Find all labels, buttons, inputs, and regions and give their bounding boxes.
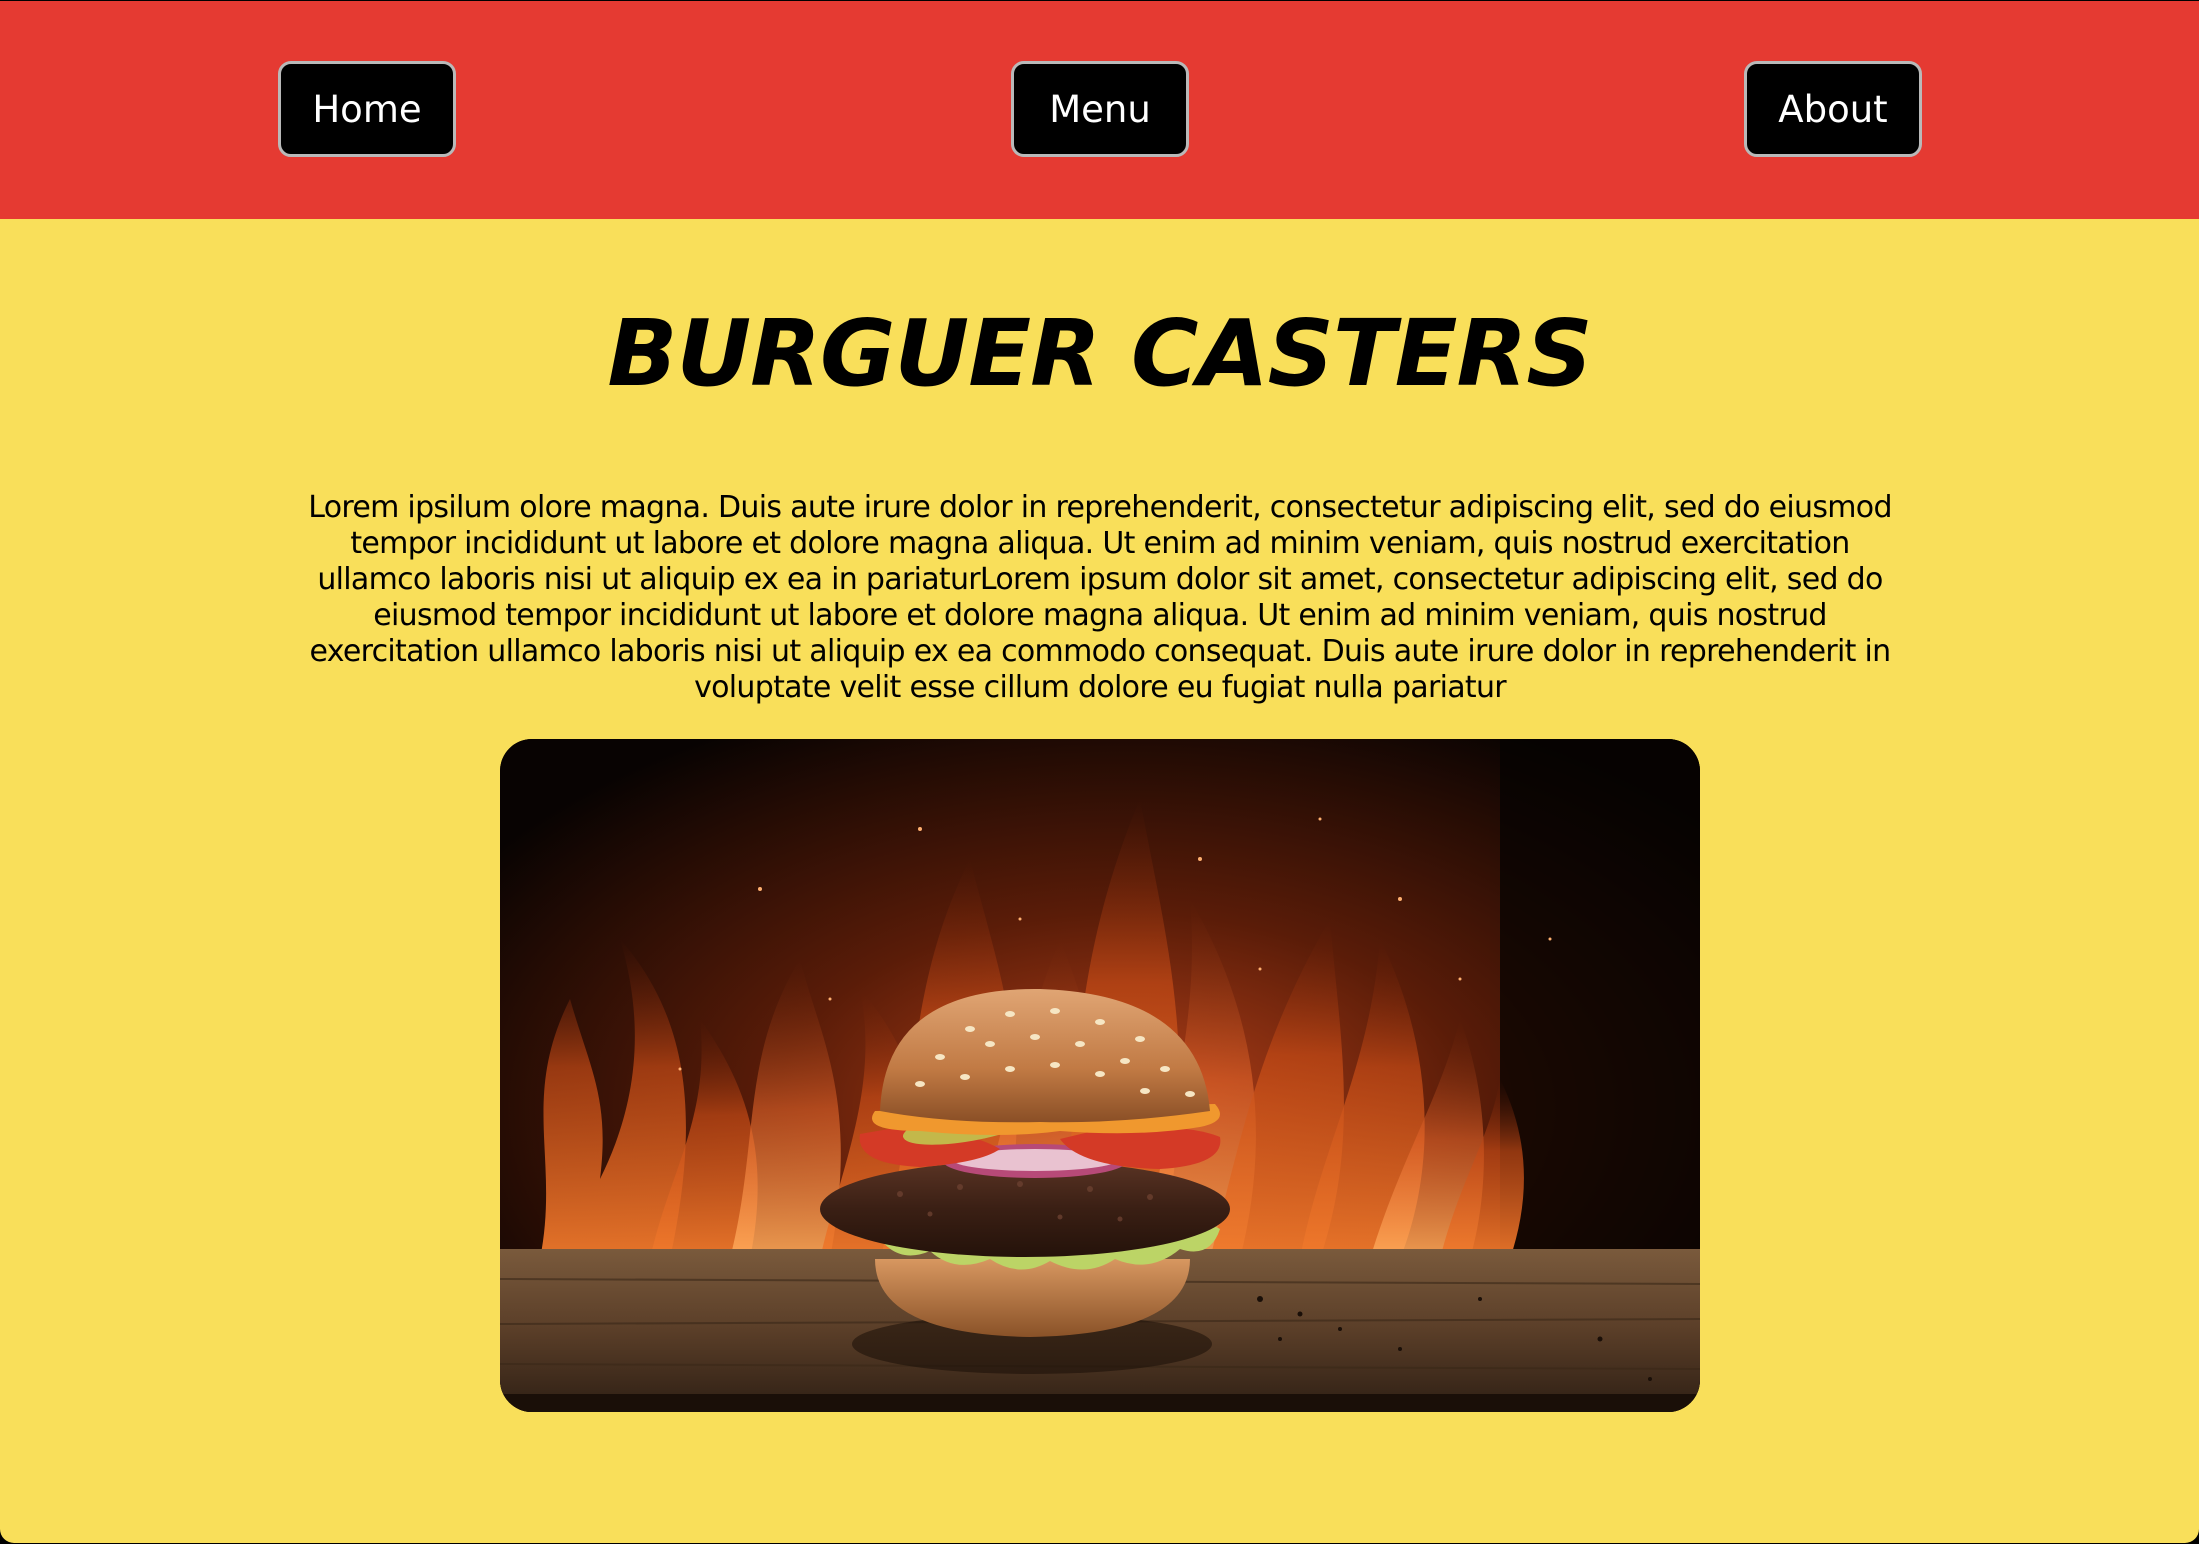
burger-image: [500, 739, 1700, 1412]
navbar: Home Menu About: [0, 1, 2199, 219]
burger-fire-illustration: [500, 739, 1700, 1412]
page-title: BURGUER CASTERS: [607, 300, 1592, 407]
about-button[interactable]: About: [1744, 61, 1922, 157]
menu-button[interactable]: Menu: [1011, 61, 1189, 157]
description-paragraph: Lorem ipsilum olore magna. Duis aute iru…: [308, 490, 1892, 705]
home-button[interactable]: Home: [278, 61, 456, 157]
page: Home Menu About BURGUER CASTERS Lorem ip…: [0, 1, 2199, 1543]
